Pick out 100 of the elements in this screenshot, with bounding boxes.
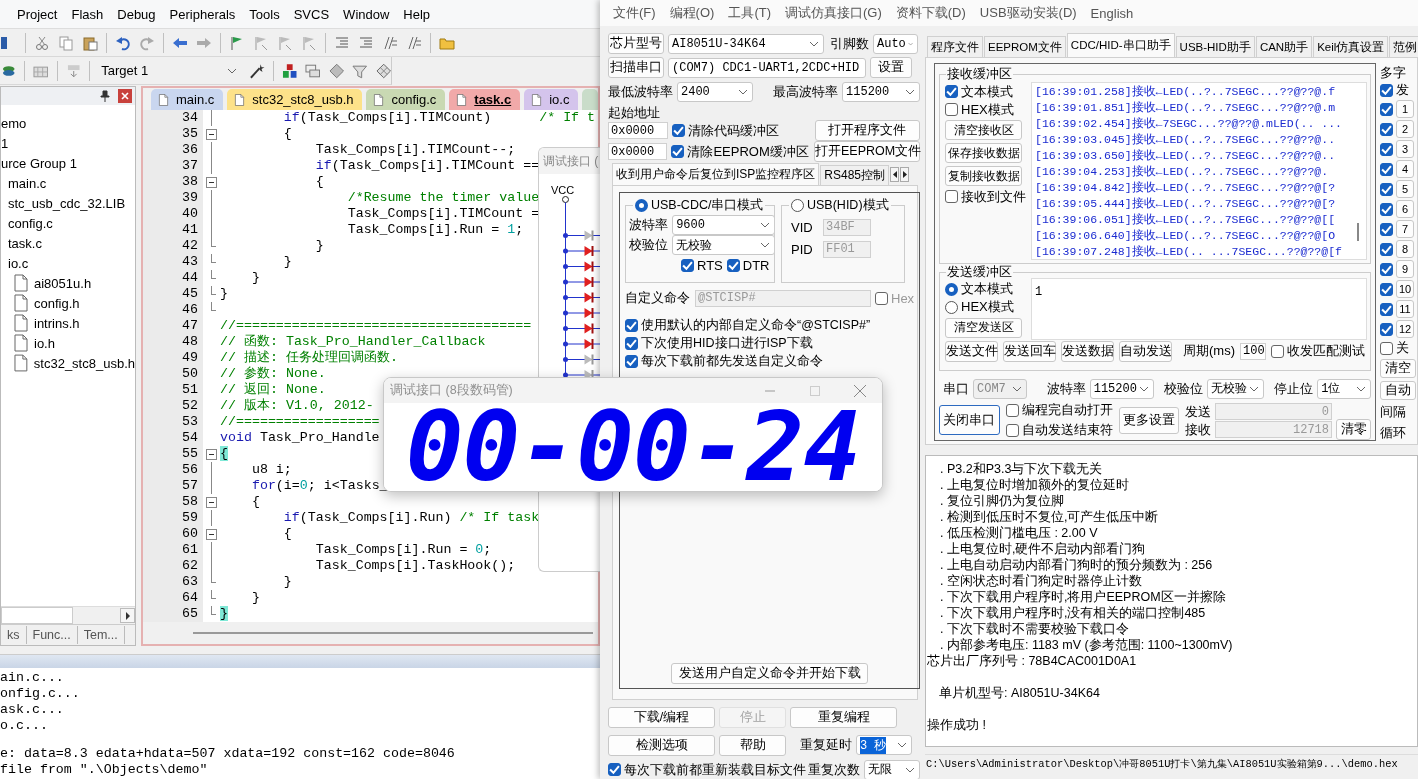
tree-item[interactable]: ai8051u.h — [34, 275, 92, 291]
file-tab[interactable]: config.c — [366, 89, 446, 110]
scrollbar-thumb[interactable] — [1357, 223, 1359, 241]
count-dropdown[interactable]: 无限 — [864, 759, 920, 779]
action-button[interactable]: 下载/编程 — [608, 706, 715, 728]
parity-dropdown[interactable]: 无校验 — [1206, 378, 1265, 399]
checkbox[interactable] — [1380, 322, 1393, 336]
button[interactable]: 清空 — [1380, 359, 1416, 378]
tree-item[interactable]: config.c — [8, 215, 53, 231]
menu-item[interactable]: Window — [336, 6, 397, 22]
send-slot-button[interactable]: 11 — [1396, 300, 1414, 318]
send-command-button[interactable]: 发送用户自定义命令并开始下载 — [671, 662, 869, 684]
undo-icon[interactable] — [115, 34, 131, 51]
checkbox[interactable] — [625, 354, 638, 368]
checkbox[interactable] — [726, 258, 740, 272]
clear-count-button[interactable]: 清零 — [1336, 419, 1371, 440]
checkbox[interactable] — [945, 85, 958, 98]
menu-item[interactable]: 调试仿真接口(G) — [778, 4, 889, 22]
tab[interactable]: 收到用户命令后复位到ISP监控程序区 — [612, 163, 820, 186]
action-button[interactable]: 重复编程 — [790, 706, 897, 728]
checkbox[interactable] — [1380, 202, 1393, 216]
menu-item[interactable]: 工具(T) — [721, 4, 778, 22]
open-file-button[interactable]: 打开程序文件 — [814, 120, 920, 142]
chip-model-button[interactable]: 芯片型号 — [608, 33, 664, 55]
target-dropdown[interactable]: Target 1 — [98, 60, 242, 81]
menu-item[interactable]: English — [1083, 5, 1141, 21]
file-tab[interactable]: stc32_stc8_usb.h — [227, 89, 363, 110]
send-slot-button[interactable]: 8 — [1396, 240, 1414, 258]
menu-item[interactable]: USB驱动安装(D) — [972, 4, 1084, 22]
checkbox[interactable] — [1380, 182, 1393, 196]
scrollbar-thumb[interactable] — [1, 607, 73, 624]
send-slot-button[interactable]: 5 — [1396, 180, 1414, 198]
baud-dropdown[interactable]: 9600 — [672, 215, 775, 236]
comment-icon[interactable] — [406, 34, 422, 51]
send-slot-button[interactable]: 9 — [1396, 260, 1414, 278]
checkbox[interactable] — [1380, 122, 1393, 136]
send-text-area[interactable]: 1 — [1031, 277, 1367, 340]
tree-item[interactable]: task.c — [8, 235, 42, 251]
button[interactable]: 复制接收数据 — [945, 166, 1022, 186]
clear-send-button[interactable]: 清空发送区 — [945, 317, 1022, 338]
tab[interactable]: CDC/HID-串口助手 — [1066, 33, 1175, 57]
file-tab[interactable]: main.c — [151, 89, 224, 110]
wand-icon[interactable] — [249, 62, 265, 79]
button[interactable]: 清空接收区 — [945, 120, 1022, 140]
radio-button[interactable] — [945, 300, 958, 314]
tab[interactable]: 范例 — [1389, 36, 1418, 57]
tree-item[interactable]: io.h — [34, 335, 55, 351]
tab[interactable]: Keil仿真设置 — [1313, 36, 1389, 57]
close-port-button[interactable]: 关闭串口 — [939, 405, 1000, 435]
menu-item[interactable]: Flash — [64, 6, 111, 22]
checkbox[interactable] — [1005, 403, 1019, 417]
checkbox[interactable] — [1380, 142, 1393, 156]
tree-item[interactable]: stc_usb_cdc_32.LIB — [8, 195, 126, 211]
tree-item[interactable]: 1 — [1, 135, 9, 151]
checkbox[interactable] — [625, 336, 638, 350]
tab[interactable]: CAN助手 — [1255, 36, 1313, 57]
radio-button[interactable] — [635, 199, 648, 213]
cut-icon[interactable] — [34, 34, 50, 51]
action-button[interactable]: 帮助 — [719, 734, 786, 756]
tree-item[interactable]: urce Group 1 — [1, 155, 77, 171]
button[interactable]: 自动发送 — [1119, 340, 1172, 362]
panel-tab[interactable]: Tem... — [77, 626, 125, 644]
scroll-right-button[interactable] — [120, 608, 135, 623]
checkbox[interactable] — [671, 145, 685, 159]
scrollbar-thumb[interactable] — [193, 632, 593, 634]
menu-item[interactable]: Project — [10, 6, 65, 22]
collapse-icon[interactable] — [206, 496, 217, 508]
port-dropdown[interactable]: (COM7) CDC1-UART1,2CDC+HID — [668, 57, 866, 78]
more-settings-button[interactable]: 更多设置 — [1118, 406, 1179, 434]
pin-icon[interactable] — [100, 90, 110, 102]
menu-item[interactable]: Help — [396, 6, 438, 22]
checkbox[interactable] — [1380, 162, 1393, 176]
address-field[interactable]: 0x0000 — [608, 122, 668, 140]
file-tab[interactable]: task.c — [449, 89, 521, 110]
radio-button[interactable] — [791, 199, 804, 213]
address-field[interactable]: 0x0000 — [608, 143, 668, 161]
pins-dropdown[interactable]: Auto — [873, 33, 918, 54]
tab[interactable]: RS485控制 — [820, 165, 890, 186]
checkbox[interactable] — [1005, 423, 1019, 437]
checkbox[interactable] — [1380, 302, 1393, 316]
send-slot-button[interactable]: 4 — [1396, 160, 1414, 178]
baud-dropdown[interactable]: 115200 — [842, 81, 920, 102]
menu-item[interactable]: Tools — [242, 6, 287, 22]
checkbox[interactable] — [1380, 83, 1393, 97]
button[interactable]: 发送数据 — [1061, 340, 1114, 362]
checkbox[interactable] — [1380, 102, 1393, 116]
send-slot-button[interactable]: 10 — [1396, 280, 1414, 298]
action-button[interactable]: 检测选项 — [608, 734, 715, 756]
button[interactable]: 保存接收数据 — [945, 143, 1022, 163]
menu-item[interactable]: SVCS — [286, 6, 337, 22]
close-button[interactable] — [118, 89, 132, 103]
send-slot-button[interactable]: 12 — [1396, 320, 1414, 338]
windows-icon[interactable] — [305, 62, 321, 79]
settings-button[interactable]: 设置 — [870, 57, 912, 79]
button[interactable]: 发送回车 — [1003, 340, 1056, 362]
checkbox[interactable] — [1380, 262, 1393, 276]
tree-item[interactable]: emo — [1, 115, 27, 131]
paste-icon[interactable] — [82, 34, 98, 51]
checkbox[interactable] — [945, 103, 958, 116]
checkbox[interactable] — [945, 190, 958, 203]
